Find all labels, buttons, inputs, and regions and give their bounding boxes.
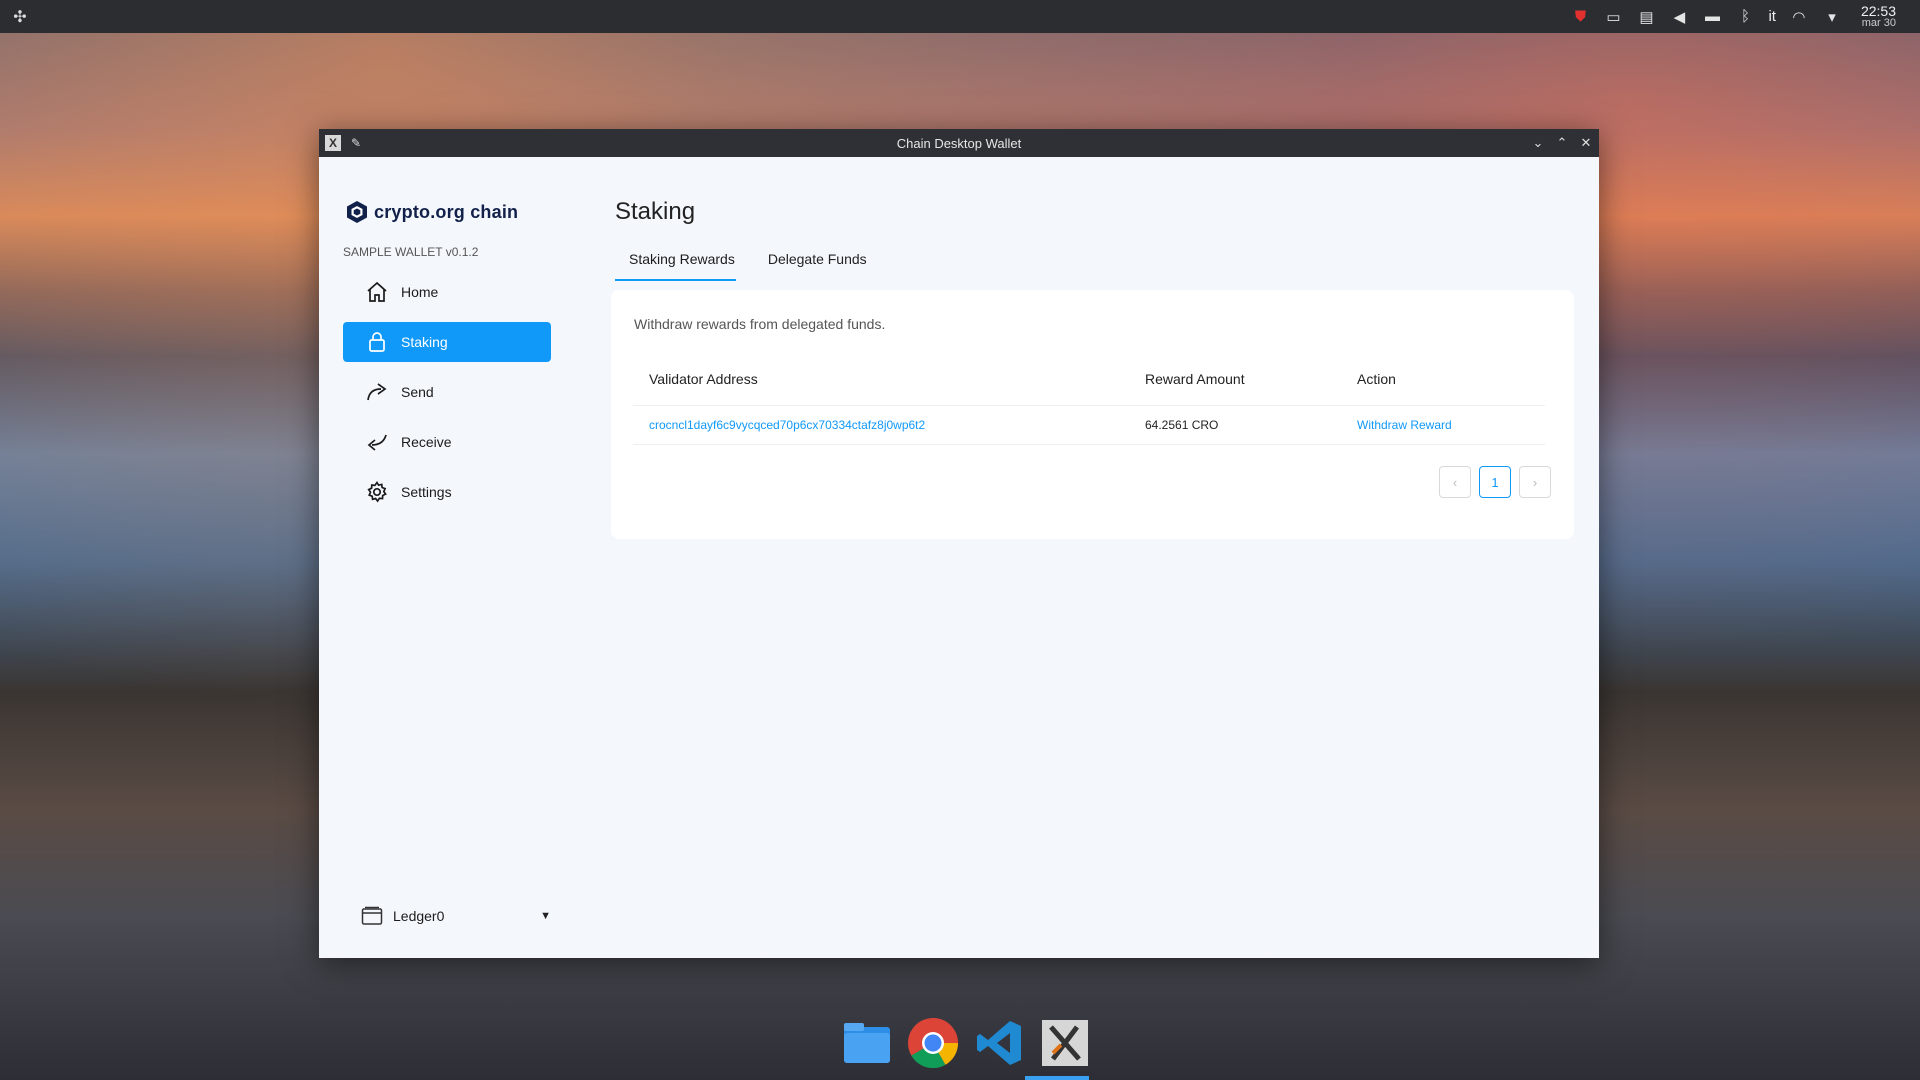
shield-icon[interactable]: ⛊ [1570, 8, 1590, 25]
wifi-icon[interactable]: ◠ [1789, 8, 1809, 26]
clock-date: mar 30 [1861, 16, 1896, 29]
sidebar-item-receive[interactable]: Receive [343, 422, 551, 462]
maximize-icon[interactable]: ⌃ [1555, 135, 1569, 150]
rewards-card: Withdraw rewards from delegated funds. V… [611, 290, 1574, 539]
sidebar-item-settings[interactable]: Settings [343, 472, 551, 512]
crypto-org-logo-icon [347, 201, 367, 223]
x-app-icon[interactable] [1037, 1015, 1093, 1071]
wallet-icon [361, 906, 383, 925]
dock [839, 1015, 1093, 1071]
clock-time: 22:53 [1860, 2, 1896, 19]
card-description: Withdraw rewards from delegated funds. [634, 316, 886, 332]
tab-delegate-funds[interactable]: Delegate Funds [768, 239, 867, 281]
column-header-reward: Reward Amount [1145, 370, 1245, 387]
sidebar: crypto.org chain SAMPLE WALLET v0.1.2 Ho… [319, 157, 572, 958]
battery-icon[interactable]: ▬ [1702, 8, 1722, 25]
sidebar-item-staking[interactable]: Staking [343, 322, 551, 362]
caret-down-icon[interactable]: ▼ [540, 910, 551, 922]
system-tray: ⛊ ▭ ▤ ◀ ▬ ᛒ it ◠ ▾ 22:53 mar 30 [1570, 0, 1920, 33]
gear-icon [367, 480, 387, 503]
sidebar-item-send[interactable]: Send [343, 372, 551, 412]
vscode-icon[interactable] [971, 1015, 1027, 1071]
bluetooth-icon[interactable]: ᛒ [1735, 8, 1755, 25]
wallet-selector[interactable]: Ledger0 ▼ [361, 904, 551, 928]
clipboard-icon[interactable]: ▤ [1636, 8, 1656, 26]
column-header-validator: Validator Address [649, 370, 758, 387]
wallet-version: SAMPLE WALLET v0.1.2 [343, 245, 479, 259]
lock-icon [369, 332, 385, 352]
wallet-name: Ledger0 [393, 908, 445, 924]
reward-amount: 64.2561 CRO [1145, 418, 1219, 432]
page-title: Staking [615, 198, 696, 225]
validator-address-link[interactable]: crocncl1dayf6c9vycqced70p6cx70334ctafz8j… [633, 418, 1129, 432]
prev-page-button[interactable]: ‹ [1439, 466, 1471, 498]
system-top-panel: ✣ ⛊ ▭ ▤ ◀ ▬ ᛒ it ◠ ▾ 22:53 mar 30 [0, 0, 1920, 33]
sidebar-item-label: Send [401, 384, 434, 400]
withdraw-reward-link[interactable]: Withdraw Reward [1341, 418, 1545, 432]
window-app-icon[interactable]: X [325, 135, 341, 151]
clock[interactable]: 22:53 mar 30 [1860, 2, 1896, 29]
home-icon [367, 281, 387, 302]
volume-icon[interactable]: ◀ [1669, 8, 1689, 26]
window-titlebar[interactable]: X ✎ Chain Desktop Wallet ⌄ ⌃ ✕ [319, 129, 1599, 157]
pin-icon[interactable]: ✎ [351, 136, 361, 150]
wallet-app: crypto.org chain SAMPLE WALLET v0.1.2 Ho… [319, 157, 1599, 958]
table-row: crocncl1dayf6c9vycqced70p6cx70334ctafz8j… [633, 406, 1545, 445]
keyboard-layout[interactable]: it [1768, 8, 1776, 25]
window-title: Chain Desktop Wallet [896, 135, 1022, 151]
page-number-button[interactable]: 1 [1479, 466, 1511, 498]
sidebar-item-label: Settings [401, 484, 452, 500]
sidebar-item-home[interactable]: Home [343, 272, 551, 312]
app-window: X ✎ Chain Desktop Wallet ⌄ ⌃ ✕ crypto.or… [319, 129, 1599, 958]
receive-arrow-icon [367, 434, 387, 451]
table-header: Validator Address Reward Amount Action [633, 352, 1545, 406]
staking-tabs: Staking Rewards Delegate Funds [615, 239, 867, 281]
close-icon[interactable]: ✕ [1579, 135, 1593, 150]
minimize-icon[interactable]: ⌄ [1531, 135, 1545, 150]
main-content: Staking Staking Rewards Delegate Funds W… [572, 157, 1599, 958]
active-app-indicator [1025, 1076, 1089, 1080]
pagination: ‹ 1 › [1439, 466, 1551, 498]
sidebar-nav: Home Staking Send Receive Settings [343, 272, 551, 522]
next-page-button[interactable]: › [1519, 466, 1551, 498]
brand-name: crypto.org chain [374, 201, 519, 222]
tab-staking-rewards[interactable]: Staking Rewards [615, 239, 736, 281]
terminal-icon[interactable]: ▭ [1603, 8, 1623, 26]
sidebar-item-label: Staking [401, 334, 448, 350]
send-arrow-icon [367, 383, 387, 401]
sidebar-item-label: Home [401, 284, 439, 300]
brand-logo: crypto.org chain [346, 200, 518, 224]
tray-expand-icon[interactable]: ▾ [1822, 8, 1842, 26]
sidebar-item-label: Receive [401, 434, 452, 450]
chrome-icon[interactable] [905, 1015, 961, 1071]
rewards-table: Validator Address Reward Amount Action c… [633, 352, 1545, 445]
app-launcher-icon[interactable]: ✣ [0, 0, 40, 33]
file-manager-icon[interactable] [839, 1015, 895, 1071]
column-header-action: Action [1357, 370, 1396, 387]
